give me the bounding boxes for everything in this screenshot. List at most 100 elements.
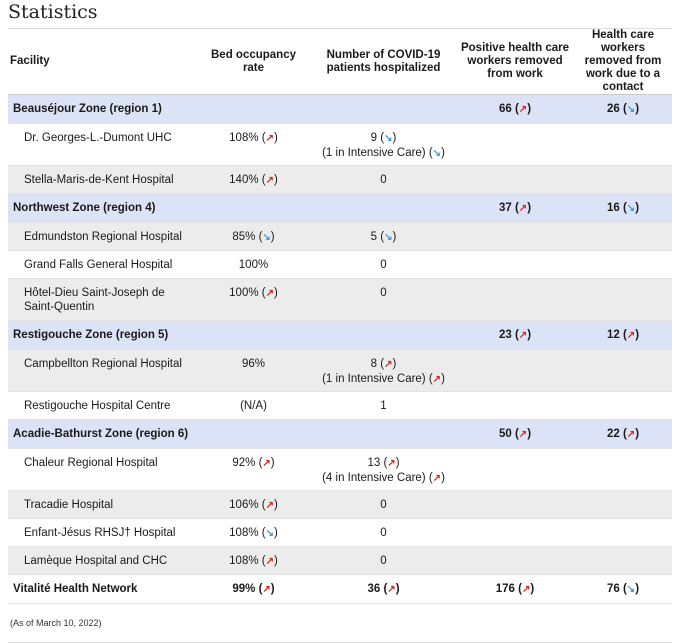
trend-down-icon: ↘ — [626, 584, 636, 595]
covid-value: 1 — [380, 400, 387, 412]
positive-cell: 37 (↗) — [456, 193, 574, 223]
contact-value: 12 — [606, 329, 620, 341]
bed-value: 100% — [238, 259, 269, 271]
covid-cell: 0 — [311, 165, 456, 194]
facility-name: Enfant-Jésus RHSJ† Hospital — [8, 518, 196, 547]
bed-cell: 100% — [196, 250, 311, 279]
covid-cell: 13 (↗) (4 in Intensive Care) (↗) — [311, 448, 456, 491]
facility-row: Stella-Maris-de-Kent Hospital 140% (↗) 0 — [8, 165, 672, 194]
facility-row: Grand Falls General Hospital 100% 0 — [8, 250, 672, 279]
facility-row: Chaleur Regional Hospital 92% (↗) 13 (↗)… — [8, 448, 672, 491]
covid-cell: 0 — [311, 250, 456, 279]
bed-value: (N/A) — [240, 400, 267, 412]
trend-up-icon: ↗ — [432, 473, 442, 484]
zone-name: Acadie-Bathurst Zone (region 6) — [8, 419, 196, 449]
positive-cell — [456, 490, 574, 519]
trend-up-icon: ↗ — [626, 330, 636, 341]
contact-cell — [574, 490, 672, 519]
zone-row: Northwest Zone (region 4) 37 (↗) 16 (↘) — [8, 193, 672, 223]
bed-cell — [196, 320, 311, 350]
covid-value: 0 — [380, 174, 387, 186]
covid-cell: 8 (↗) (1 in Intensive Care) (↗) — [311, 349, 456, 392]
facility-name: Hôtel-Dieu Saint-Joseph de Saint-Quentin — [8, 278, 196, 321]
network-total-row: Vitalité Health Network 99% (↗) 36 (↗) 1… — [8, 574, 672, 604]
facility-row: Edmundston Regional Hospital 85% (↘) 5 (… — [8, 222, 672, 251]
trend-up-icon: ↗ — [518, 104, 528, 115]
facility-name: Dr. Georges-L.-Dumont UHC — [8, 123, 196, 166]
trend-up-icon: ↗ — [518, 429, 528, 440]
trend-up-icon: ↗ — [387, 458, 396, 469]
icu-note: (1 in Intensive Care) — [322, 373, 426, 385]
facility-name: Lamèque Hospital and CHC — [8, 546, 196, 575]
facility-row: Enfant-Jésus RHSJ† Hospital 108% (↘) 0 — [8, 518, 672, 547]
contact-cell — [574, 546, 672, 575]
contact-cell: 22 (↗) — [574, 419, 672, 449]
bed-value: 108% — [229, 132, 259, 144]
facility-row: Campbellton Regional Hospital 96% 8 (↗)(… — [8, 349, 672, 392]
zone-name: Restigouche Zone (region 5) — [8, 320, 196, 350]
facility-row: Restigouche Hospital Centre (N/A) 1 — [8, 391, 672, 420]
bed-cell: 100% (↗) — [196, 278, 311, 321]
covid-cell — [311, 320, 456, 350]
covid-cell: 36 (↗) — [311, 574, 456, 604]
covid-cell: 0 — [311, 546, 456, 575]
covid-value: 13 — [367, 457, 381, 469]
trend-up-icon: ↗ — [262, 584, 271, 595]
trend-down-icon: ↘ — [626, 104, 636, 115]
as-of-note: (As of March 10, 2022) — [10, 618, 102, 628]
contact-cell — [574, 518, 672, 547]
bed-cell: 92% (↗) — [196, 448, 311, 491]
contact-value: 26 — [606, 103, 620, 115]
trend-up-icon: ↗ — [265, 556, 274, 567]
covid-cell — [311, 94, 456, 124]
positive-cell: 176 (↗) — [456, 574, 574, 604]
trend-up-icon: ↗ — [265, 500, 274, 511]
table-header-row: Facility Bed occupancy rate Number of CO… — [8, 29, 672, 95]
zone-name: Beauséjour Zone (region 1) — [8, 94, 196, 124]
covid-value: 0 — [380, 259, 387, 271]
zone-name: Northwest Zone (region 4) — [8, 193, 196, 223]
header-covid-patients: Number of COVID-19 patients hospitalized — [311, 29, 456, 95]
covid-value: 8 — [370, 358, 378, 370]
positive-cell: 66 (↗) — [456, 94, 574, 124]
header-positive-workers: Positive health care workers removed fro… — [456, 29, 574, 95]
bed-cell — [196, 94, 311, 124]
bed-cell — [196, 193, 311, 223]
bed-value: 140% — [229, 174, 259, 186]
positive-cell: 50 (↗) — [456, 419, 574, 449]
facility-row: Tracadie Hospital 106% (↗) 0 — [8, 490, 672, 519]
contact-cell — [574, 123, 672, 166]
bed-value: 100% — [229, 287, 259, 299]
trend-up-icon: ↗ — [626, 429, 636, 440]
facility-name: Grand Falls General Hospital — [8, 250, 196, 279]
contact-cell: 12 (↗) — [574, 320, 672, 350]
contact-value: 16 — [606, 202, 620, 214]
contact-cell — [574, 222, 672, 251]
covid-cell — [311, 419, 456, 449]
bed-cell — [196, 419, 311, 449]
facility-name: Tracadie Hospital — [8, 490, 196, 519]
trend-up-icon: ↗ — [262, 458, 271, 469]
contact-value: 76 — [606, 583, 620, 595]
covid-value: 0 — [380, 527, 387, 539]
covid-cell: 1 — [311, 391, 456, 420]
bed-value: 99% — [232, 583, 256, 595]
trend-up-icon: ↗ — [265, 133, 274, 144]
covid-value: 0 — [380, 555, 387, 567]
covid-value: 9 — [370, 132, 378, 144]
facility-row: Hôtel-Dieu Saint-Joseph de Saint-Quentin… — [8, 278, 672, 321]
facility-row: Dr. Georges-L.-Dumont UHC 108% (↗) 9 (↘)… — [8, 123, 672, 166]
positive-cell — [456, 123, 574, 166]
covid-cell: 0 — [311, 518, 456, 547]
contact-cell — [574, 165, 672, 194]
positive-cell — [456, 165, 574, 194]
bed-cell: 108% (↘) — [196, 518, 311, 547]
trend-up-icon: ↗ — [432, 374, 442, 385]
trend-up-icon: ↗ — [518, 203, 528, 214]
zone-row: Restigouche Zone (region 5) 23 (↗) 12 (↗… — [8, 320, 672, 350]
bed-value: 85% — [232, 231, 256, 243]
icu-note: (4 in Intensive Care) — [322, 472, 426, 484]
trend-up-icon: ↗ — [265, 288, 274, 299]
trend-up-icon: ↗ — [384, 359, 393, 370]
positive-cell — [456, 448, 574, 491]
